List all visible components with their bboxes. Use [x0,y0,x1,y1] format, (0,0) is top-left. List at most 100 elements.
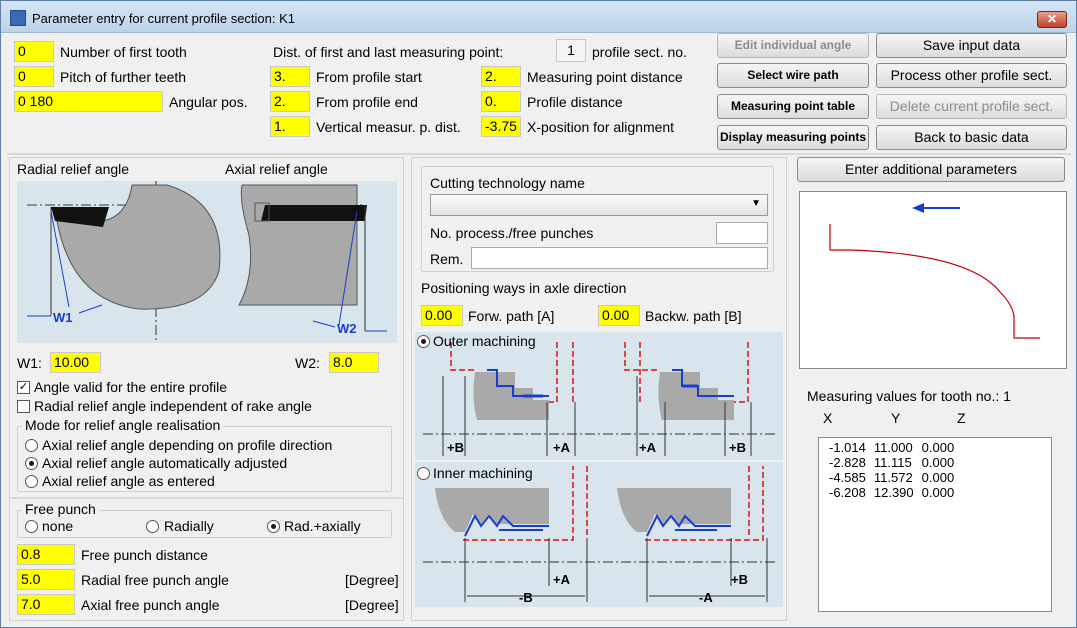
from-start-label: From profile start [316,69,422,85]
free-punch-radially-radio[interactable] [146,520,159,533]
inner-minus-b-label: -B [519,590,533,605]
relief-angle-svg: W1 W2 [27,181,387,343]
free-punch-radaxially-radio[interactable] [267,520,280,533]
xpos-label: X-position for alignment [527,119,675,135]
mp-table-button[interactable]: Measuring point table [717,94,869,119]
rem-label: Rem. [430,251,464,267]
cell-z: 0.000 [921,455,955,470]
from-end-label: From profile end [316,94,418,110]
free-punch-distance-input[interactable]: 0.8 [17,544,75,565]
vertical-input[interactable]: 1. [270,116,310,137]
xpos-input[interactable]: -3.75 [481,116,521,137]
additional-params-button[interactable]: Enter additional parameters [797,157,1065,182]
backw-path-label: Backw. path [B] [645,308,742,324]
display-mp-button[interactable]: Display measuring points [717,125,869,150]
mode-option-3-radio[interactable] [25,475,38,488]
punches-label: No. process./free punches [430,225,594,241]
cutting-name-select[interactable]: ▼ [430,194,768,216]
save-button[interactable]: Save input data [876,33,1067,58]
first-tooth-input[interactable]: 0 [14,41,54,62]
cell-y: 11.000 [873,440,913,455]
app-icon [10,10,26,26]
dropdown-arrow-icon: ▼ [751,198,761,209]
measuring-header-y: Y [891,410,901,426]
cutting-name-label: Cutting technology name [430,175,585,191]
select-wire-button[interactable]: Select wire path [717,63,869,88]
rem-input[interactable] [471,247,768,269]
angle-valid-label: Angle valid for the entire profile [34,379,227,395]
backw-path-input[interactable]: 0.00 [598,305,640,326]
separator [11,497,403,499]
vertical-label: Vertical measur. p. dist. [316,119,461,135]
inner-machining-svg: +A +B -B -A [423,466,775,605]
free-punch-none-label: none [42,518,74,534]
free-punch-title: Free punch [22,501,99,517]
profile-distance-input[interactable]: 0. [481,91,521,112]
inner-machining-diagram: +A +B -B -A [415,462,783,607]
outer-plus-b-label: +B [447,440,464,455]
close-icon[interactable]: ✕ [1037,11,1067,28]
w2-label: W2: [295,355,320,371]
inner-machining-radio[interactable] [417,467,430,480]
punches-input[interactable] [716,222,768,244]
angle-valid-checkbox[interactable]: ✓ [17,381,30,394]
table-row[interactable]: -4.585 11.572 0.000 [825,470,958,485]
table-row[interactable]: -6.208 12.390 0.000 [825,485,958,500]
cell-y: 11.572 [873,470,913,485]
w2-diagram-label: W2 [337,321,357,336]
axial-fp-angle-input[interactable]: 7.0 [17,594,75,615]
inner-plus-a-label: +A [553,572,571,587]
mode-option-2-label: Axial relief angle automatically adjuste… [42,455,288,471]
w2-input[interactable]: 8.0 [329,352,379,373]
delete-current-button[interactable]: Delete current profile sect. [876,94,1067,119]
profile-distance-label: Profile distance [527,94,623,110]
mode-option-1-label: Axial relief angle depending on profile … [42,437,333,453]
edit-angle-button[interactable]: Edit individual angle [717,33,869,58]
pitch-input[interactable]: 0 [14,66,54,87]
cell-x: -1.014 [829,440,866,455]
mp-distance-input[interactable]: 2. [481,66,521,87]
angular-pos-input[interactable]: 0 180 [14,91,163,112]
table-row[interactable]: -2.828 11.115 0.000 [825,455,958,470]
radial-fp-unit: [Degree] [345,572,399,588]
mode-group-title: Mode for relief angle realisation [22,417,224,433]
outer-plus-b-label-2: +B [729,440,746,455]
relief-angle-diagram: W1 W2 [17,181,397,343]
forw-path-input[interactable]: 0.00 [421,305,463,326]
axial-fp-unit: [Degree] [345,597,399,613]
process-other-button[interactable]: Process other profile sect. [876,63,1067,88]
free-punch-none-radio[interactable] [25,520,38,533]
radial-independent-checkbox[interactable] [17,400,30,413]
w1-input[interactable]: 10.00 [50,352,101,373]
mode-option-1-radio[interactable] [25,439,38,452]
outer-machining-svg: +B +A +A +B [423,342,775,456]
radial-fp-angle-input[interactable]: 5.0 [17,569,75,590]
table-row[interactable]: -1.014 11.000 0.000 [825,440,958,455]
measuring-values-list[interactable]: -1.014 11.000 0.000 -2.828 11.115 0.000 … [818,437,1052,612]
cell-y: 11.115 [873,455,912,470]
cell-x: -4.585 [829,470,866,485]
profile-sect-field: 1 [556,39,586,62]
free-punch-distance-label: Free punch distance [81,547,208,563]
outer-machining-radio[interactable] [417,335,430,348]
from-end-input[interactable]: 2. [270,91,310,112]
inner-plus-b-label: +B [731,572,748,587]
radial-fp-angle-label: Radial free punch angle [81,572,229,588]
outer-plus-a-label-2: +A [639,440,657,455]
outer-plus-a-label: +A [553,440,571,455]
radial-independent-label: Radial relief angle independent of rake … [34,398,312,414]
w1-label: W1: [17,355,42,371]
angular-pos-label: Angular pos. [169,94,248,110]
cell-z: 0.000 [921,470,955,485]
cell-z: 0.000 [921,440,955,455]
mp-distance-label: Measuring point distance [527,69,683,85]
profile-preview [799,191,1067,369]
from-start-input[interactable]: 3. [270,66,310,87]
outer-machining-diagram: +B +A +A +B [415,332,783,460]
window-title: Parameter entry for current profile sect… [32,11,296,26]
back-button[interactable]: Back to basic data [876,125,1067,150]
pitch-label: Pitch of further teeth [60,69,187,85]
mode-option-2-radio[interactable] [25,457,38,470]
measuring-values-title: Measuring values for tooth no.: 1 [807,388,1011,404]
measuring-table: -1.014 11.000 0.000 -2.828 11.115 0.000 … [825,440,958,500]
